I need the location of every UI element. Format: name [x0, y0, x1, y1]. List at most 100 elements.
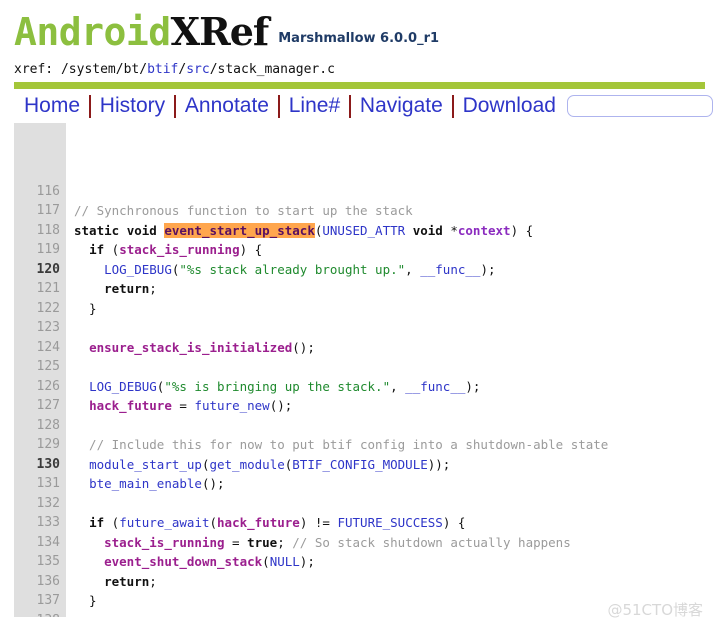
code-line-content: // Synchronous function to start up the … [66, 201, 413, 221]
code-token: (); [292, 339, 315, 355]
line-number[interactable]: 119 [14, 240, 66, 260]
code-line: 128 [14, 416, 713, 436]
code-line: 133 if (future_await(hack_future) != FUT… [14, 513, 713, 533]
code-line: 120 LOG_DEBUG("%s stack already brought … [14, 260, 713, 280]
line-number[interactable]: 116 [14, 182, 66, 202]
code-line: 121 return; [14, 279, 713, 299]
line-number[interactable]: 134 [14, 533, 66, 553]
code-line-content: static void event_start_up_stack(UNUSED_… [66, 221, 533, 241]
line-number[interactable]: 126 [14, 377, 66, 397]
code-line-content: bte_main_enable(); [66, 474, 224, 494]
code-token[interactable]: hack_future [217, 515, 300, 530]
code-line-content: } [66, 299, 97, 319]
line-number[interactable]: 138 [14, 611, 66, 618]
code-token[interactable]: future_await [119, 515, 209, 530]
source-code-viewer[interactable]: 116 117 // Synchronous function to start u… [14, 123, 713, 617]
code-token[interactable]: __func__ [405, 379, 465, 394]
line-number[interactable]: 123 [14, 318, 66, 338]
nav-item-home[interactable]: Home [18, 93, 86, 119]
line-number[interactable]: 117 [14, 201, 66, 221]
code-line: 122 } [14, 299, 713, 319]
code-line: 132 [14, 494, 713, 514]
code-token: if [89, 515, 105, 530]
code-token[interactable]: event_shut_down_stack [104, 554, 262, 569]
code-token[interactable]: stack_is_running [104, 535, 224, 550]
line-number[interactable]: 124 [14, 338, 66, 358]
code-token[interactable]: module_start_up [89, 457, 202, 472]
code-token: ( [262, 554, 270, 569]
code-line-content: hack_future = future_new(); [66, 396, 292, 416]
code-line: 127 hack_future = future_new(); [14, 396, 713, 416]
code-token: (); [269, 398, 293, 413]
code-line: 129 // Include this for now to put btif … [14, 435, 713, 455]
search-input[interactable] [566, 95, 713, 117]
code-token[interactable]: hack_future [89, 398, 172, 413]
line-number[interactable]: 130 [14, 455, 66, 475]
xref-path-link[interactable]: btif [147, 62, 178, 77]
nav-separator [349, 94, 351, 118]
code-token[interactable]: stack_is_running [119, 242, 239, 257]
code-token[interactable]: get_module [209, 457, 284, 472]
nav-item-navigate[interactable]: Navigate [354, 93, 449, 119]
code-line-list: 116 117 // Synchronous function to start u… [14, 182, 713, 618]
code-line-content: ensure_stack_is_initialized(); [66, 338, 315, 358]
code-token[interactable]: LOG_DEBUG [89, 379, 157, 394]
xref-path-text: /stack_manager.c [209, 62, 335, 77]
line-number[interactable]: 121 [14, 279, 66, 299]
code-token[interactable]: ensure_stack_is_initialized [89, 340, 292, 355]
code-token: UNUSED_ATTR [322, 222, 406, 238]
line-number[interactable]: 120 [14, 260, 66, 280]
watermark-text: @51CTO博客 [607, 601, 703, 619]
code-token: true [247, 534, 278, 550]
code-line: 119 if (stack_is_running) { [14, 240, 713, 260]
logo-xref-text: XRef [170, 9, 270, 54]
line-number[interactable]: 137 [14, 591, 66, 611]
code-line: 125 [14, 357, 713, 377]
code-token: void [126, 222, 157, 238]
line-number[interactable]: 118 [14, 221, 66, 241]
line-number[interactable]: 122 [14, 299, 66, 319]
code-token: , [390, 378, 406, 394]
xref-path-link[interactable]: src [186, 62, 209, 77]
code-line-content: } [66, 591, 97, 611]
code-token: )); [427, 456, 451, 472]
line-number[interactable]: 127 [14, 396, 66, 416]
site-logo[interactable]: AndroidXRef Marshmallow 6.0.0_r1 [14, 10, 713, 61]
code-token: if [89, 242, 105, 257]
line-number[interactable]: 131 [14, 474, 66, 494]
code-token[interactable]: LOG_DEBUG [104, 262, 172, 277]
code-line-content: stack_is_running = true; // So stack shu… [66, 533, 571, 553]
code-token: } [74, 593, 97, 608]
nav-item-line-number[interactable]: Line# [283, 93, 346, 119]
nav-separator [451, 94, 454, 118]
line-number[interactable]: 133 [14, 513, 66, 533]
line-number[interactable]: 135 [14, 552, 66, 572]
code-token[interactable]: __func__ [420, 262, 480, 277]
code-token[interactable]: future_new [194, 398, 269, 413]
line-number[interactable]: 132 [14, 494, 66, 514]
line-number[interactable]: 136 [14, 572, 66, 592]
code-token: static [74, 222, 120, 238]
line-number[interactable]: 128 [14, 416, 66, 436]
highlighted-symbol[interactable]: event_start_up_stack [164, 222, 315, 238]
line-number[interactable]: 129 [14, 435, 66, 455]
code-token: FUTURE_SUCCESS [337, 515, 443, 530]
code-token[interactable]: bte_main_enable [89, 476, 202, 491]
code-token: = [171, 398, 195, 413]
nav-item-history[interactable]: History [94, 93, 171, 119]
nav-item-annotate[interactable]: Annotate [179, 93, 275, 119]
nav-separator [277, 94, 280, 118]
code-line: 135 event_shut_down_stack(NULL); [14, 552, 713, 572]
nav-item-download[interactable]: Download [457, 93, 562, 119]
page-header: AndroidXRef Marshmallow 6.0.0_r1 [0, 0, 713, 56]
code-token: // Include this for now to put btif conf… [74, 437, 609, 452]
line-number[interactable]: 125 [14, 357, 66, 377]
code-line: 117 // Synchronous function to start up t… [14, 201, 713, 221]
code-token: return [104, 573, 150, 589]
